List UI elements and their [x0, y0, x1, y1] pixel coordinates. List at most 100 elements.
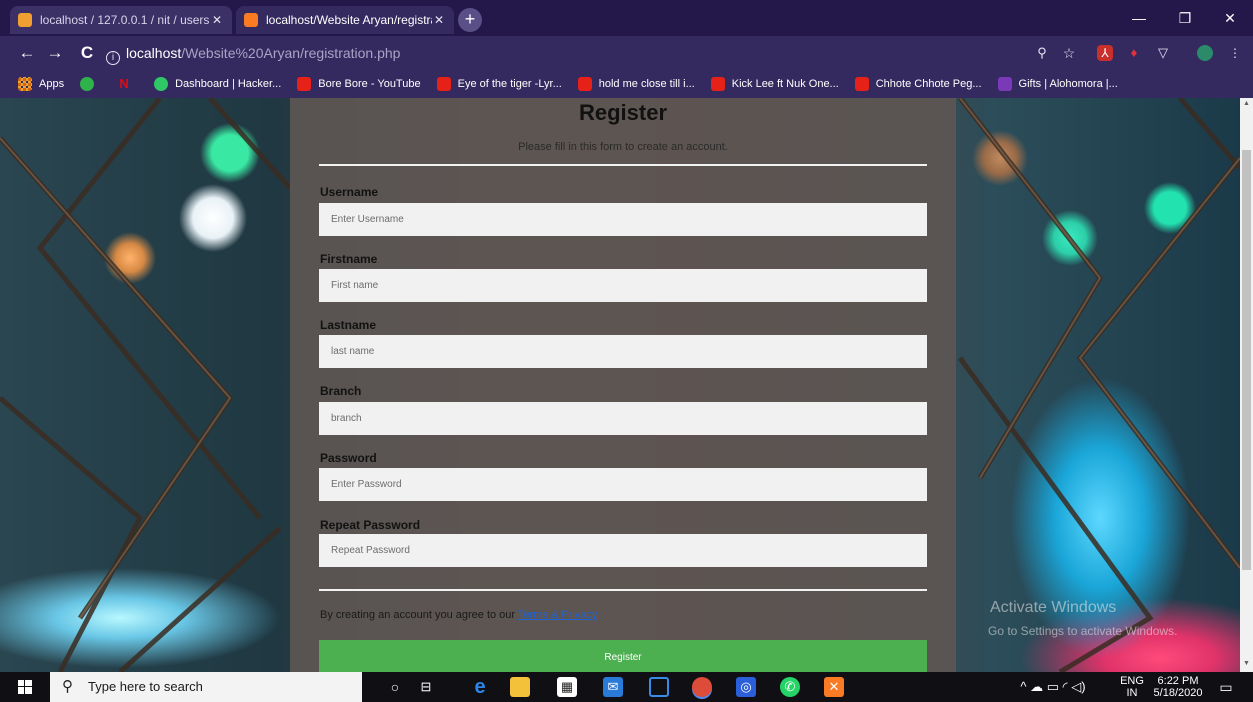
bookmark-label: Gifts | Alohomora |...	[1018, 78, 1118, 90]
minimize-button[interactable]: —	[1116, 0, 1162, 36]
bookmark-hold-me-close[interactable]: hold me close till i...	[577, 77, 695, 91]
address-bar-row: ← → C i localhost/Website%20Aryan/registr…	[0, 36, 1253, 70]
tab-phpmyadmin[interactable]: localhost / 127.0.0.1 / nit / users ✕	[10, 6, 232, 34]
form-subtitle: Please fill in this form to create an ac…	[518, 141, 728, 153]
xampp-icon	[244, 13, 258, 27]
password-label: Password	[320, 451, 377, 465]
username-label: Username	[320, 185, 379, 199]
mail-icon[interactable]: ✉	[603, 677, 623, 697]
vpn-extension-icon[interactable]: ▽	[1155, 45, 1171, 61]
scroll-down-arrow-icon[interactable]: ▼	[1240, 660, 1253, 670]
url-host: localhost	[126, 45, 182, 61]
notification-icon[interactable]: ▭	[1212, 672, 1240, 702]
lastname-input[interactable]	[319, 335, 927, 368]
close-tab-icon[interactable]: ✕	[432, 13, 446, 27]
taskbar-search[interactable]: ⚲ Type here to search	[50, 672, 362, 702]
youtube-icon	[577, 77, 592, 91]
bookmark-label: Apps	[39, 78, 65, 90]
store-icon[interactable]: ▦	[557, 677, 577, 697]
branch-label: Branch	[320, 384, 362, 398]
bookmark-bore-bore[interactable]: Bore Bore - YouTube	[297, 77, 421, 91]
firstname-input[interactable]	[319, 269, 927, 302]
firstname-label: Firstname	[320, 252, 378, 266]
info-icon[interactable]: i	[106, 51, 120, 65]
bookmark-label: Chhote Chhote Peg...	[875, 78, 982, 90]
bookmark-eye-of-the-tiger[interactable]: Eye of the tiger -Lyr...	[436, 77, 562, 91]
back-button[interactable]: ←	[16, 42, 38, 64]
youtube-icon	[436, 77, 451, 91]
password-input[interactable]	[319, 468, 927, 501]
scrollbar-thumb[interactable]	[1242, 150, 1251, 570]
bookmark-netflix[interactable]: N	[117, 77, 138, 91]
profile-avatar-icon[interactable]	[1197, 45, 1213, 61]
language-label: ENG	[1120, 675, 1144, 687]
system-tray-icons[interactable]: ^ ☁ ▭ ◜ ◁)	[1008, 672, 1098, 702]
hackerrank-icon	[154, 77, 169, 91]
close-window-button[interactable]: ✕	[1207, 0, 1253, 36]
search-icon: ⚲	[62, 678, 73, 695]
shield-extension-icon[interactable]: ♦	[1126, 45, 1142, 61]
file-explorer-icon[interactable]	[510, 677, 530, 697]
edge-icon[interactable]: e	[470, 677, 490, 697]
region-label: IN	[1126, 687, 1138, 699]
apps-grid-icon	[18, 77, 32, 91]
bookmark-label: Eye of the tiger -Lyr...	[457, 78, 562, 90]
cortana-icon[interactable]: ○	[385, 677, 405, 697]
phpmyadmin-icon	[18, 13, 32, 27]
bookmark-play[interactable]	[80, 77, 101, 91]
youtube-icon	[854, 77, 869, 91]
search-placeholder: Type here to search	[88, 679, 203, 694]
restore-button[interactable]: ❐	[1162, 0, 1208, 36]
task-view-icon[interactable]: ⊟	[416, 677, 436, 697]
gift-icon	[997, 77, 1012, 91]
tab-registration[interactable]: localhost/Website Aryan/registra ✕	[236, 6, 454, 34]
page-scrollbar[interactable]: ▲ ▼	[1240, 98, 1253, 672]
bottom-divider	[319, 589, 927, 591]
reload-button[interactable]: C	[76, 42, 98, 64]
tab-title: localhost / 127.0.0.1 / nit / users	[40, 13, 210, 27]
terms-prefix: By creating an account you agree to our	[320, 609, 518, 621]
netflix-icon: N	[119, 76, 129, 91]
bookmark-label: Kick Lee ft Nuk One...	[731, 78, 839, 90]
bookmark-apps[interactable]: Apps	[18, 77, 64, 91]
language-indicator[interactable]: ENG IN	[1118, 672, 1146, 702]
bookmark-gifts[interactable]: Gifts | Alohomora |...	[997, 77, 1118, 91]
activate-windows-title: Activate Windows	[990, 599, 1117, 616]
bookmark-chhote-peg[interactable]: Chhote Chhote Peg...	[854, 77, 982, 91]
terms-privacy-link[interactable]: Terms & Privacy	[518, 609, 597, 621]
register-button[interactable]: Register	[319, 640, 927, 672]
camera-app-icon[interactable]: ◎	[736, 677, 756, 697]
app-window-icon[interactable]	[649, 677, 669, 697]
close-tab-icon[interactable]: ✕	[210, 13, 224, 27]
zoom-icon[interactable]: ⚲	[1034, 45, 1050, 61]
new-tab-button[interactable]: +	[458, 8, 482, 32]
windows-start-icon[interactable]	[18, 680, 32, 694]
bookmark-label: Dashboard | Hacker...	[175, 78, 282, 90]
username-input[interactable]	[319, 203, 927, 236]
browser-tab-bar: localhost / 127.0.0.1 / nit / users ✕ lo…	[0, 0, 1253, 36]
top-divider	[319, 164, 927, 166]
clock-date: 5/18/2020	[1153, 687, 1203, 699]
clock[interactable]: 6:22 PM 5/18/2020	[1148, 672, 1208, 702]
page-background: Register Please fill in this form to cre…	[0, 98, 1240, 672]
pdf-extension-icon[interactable]: ⅄	[1097, 45, 1113, 61]
bookmarks-bar: Apps N Dashboard | Hacker... Bore Bore -…	[0, 70, 1253, 98]
bookmark-kick-lee[interactable]: Kick Lee ft Nuk One...	[710, 77, 839, 91]
whatsapp-icon[interactable]: ✆	[780, 677, 800, 697]
windows-taskbar: ⚲ Type here to search ○ ⊟ e ▦ ✉ ◎ ✆ ✕ ^ …	[0, 672, 1253, 702]
url-field[interactable]: i localhost/Website%20Aryan/registration.…	[106, 41, 1253, 65]
chrome-icon[interactable]	[692, 677, 712, 697]
branch-input[interactable]	[319, 402, 927, 435]
scroll-up-arrow-icon[interactable]: ▲	[1240, 100, 1253, 110]
xampp-icon[interactable]: ✕	[824, 677, 844, 697]
form-title: Register	[578, 100, 668, 125]
registration-form: Register Please fill in this form to cre…	[290, 98, 956, 672]
terms-text: By creating an account you agree to our …	[320, 609, 597, 621]
youtube-icon	[297, 77, 312, 91]
bookmark-hackerrank[interactable]: Dashboard | Hacker...	[154, 77, 281, 91]
tab-title: localhost/Website Aryan/registra	[266, 13, 432, 27]
bookmark-star-icon[interactable]: ☆	[1061, 45, 1077, 61]
repeat-password-input[interactable]	[319, 534, 927, 567]
menu-kebab-icon[interactable]: ⋮	[1227, 45, 1243, 61]
forward-button[interactable]: →	[44, 42, 66, 64]
